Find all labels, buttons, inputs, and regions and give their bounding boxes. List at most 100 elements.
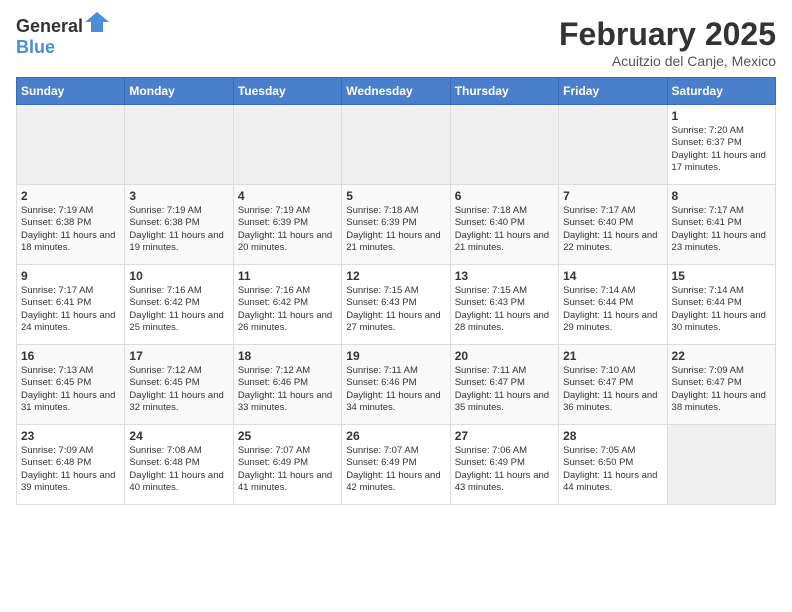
day-info: Sunrise: 7:10 AM Sunset: 6:47 PM Dayligh… [563,365,662,414]
day-info: Sunrise: 7:11 AM Sunset: 6:46 PM Dayligh… [346,365,445,414]
day-info: Sunrise: 7:19 AM Sunset: 6:39 PM Dayligh… [238,205,337,254]
day-number: 27 [455,429,554,443]
day-number: 25 [238,429,337,443]
day-cell [233,105,341,185]
day-number: 21 [563,349,662,363]
location-title: Acuitzio del Canje, Mexico [559,53,776,69]
day-info: Sunrise: 7:15 AM Sunset: 6:43 PM Dayligh… [346,285,445,334]
week-row-2: 2 Sunrise: 7:19 AM Sunset: 6:38 PM Daylig… [17,185,776,265]
calendar-body: 1 Sunrise: 7:20 AM Sunset: 6:37 PM Daylig… [17,105,776,505]
day-info: Sunrise: 7:07 AM Sunset: 6:49 PM Dayligh… [238,445,337,494]
day-info: Sunrise: 7:05 AM Sunset: 6:50 PM Dayligh… [563,445,662,494]
week-row-5: 23 Sunrise: 7:09 AM Sunset: 6:48 PM Dayli… [17,425,776,505]
day-number: 10 [129,269,228,283]
day-cell: 22 Sunrise: 7:09 AM Sunset: 6:47 PM Dayli… [667,345,775,425]
day-info: Sunrise: 7:09 AM Sunset: 6:48 PM Dayligh… [21,445,120,494]
weekday-thursday: Thursday [450,78,558,105]
day-cell: 19 Sunrise: 7:11 AM Sunset: 6:46 PM Dayli… [342,345,450,425]
day-info: Sunrise: 7:17 AM Sunset: 6:41 PM Dayligh… [21,285,120,334]
day-number: 9 [21,269,120,283]
day-number: 14 [563,269,662,283]
month-title: February 2025 [559,16,776,53]
day-cell: 1 Sunrise: 7:20 AM Sunset: 6:37 PM Daylig… [667,105,775,185]
day-info: Sunrise: 7:14 AM Sunset: 6:44 PM Dayligh… [672,285,771,334]
day-cell: 12 Sunrise: 7:15 AM Sunset: 6:43 PM Dayli… [342,265,450,345]
day-number: 4 [238,189,337,203]
day-info: Sunrise: 7:18 AM Sunset: 6:39 PM Dayligh… [346,205,445,254]
logo-icon [85,12,109,32]
day-cell: 2 Sunrise: 7:19 AM Sunset: 6:38 PM Daylig… [17,185,125,265]
day-number: 7 [563,189,662,203]
week-row-1: 1 Sunrise: 7:20 AM Sunset: 6:37 PM Daylig… [17,105,776,185]
day-info: Sunrise: 7:07 AM Sunset: 6:49 PM Dayligh… [346,445,445,494]
day-cell: 7 Sunrise: 7:17 AM Sunset: 6:40 PM Daylig… [559,185,667,265]
day-info: Sunrise: 7:11 AM Sunset: 6:47 PM Dayligh… [455,365,554,414]
day-number: 28 [563,429,662,443]
day-cell [450,105,558,185]
day-cell: 27 Sunrise: 7:06 AM Sunset: 6:49 PM Dayli… [450,425,558,505]
day-number: 13 [455,269,554,283]
calendar: SundayMondayTuesdayWednesdayThursdayFrid… [16,77,776,505]
day-cell: 21 Sunrise: 7:10 AM Sunset: 6:47 PM Dayli… [559,345,667,425]
day-number: 20 [455,349,554,363]
day-cell: 10 Sunrise: 7:16 AM Sunset: 6:42 PM Dayli… [125,265,233,345]
day-info: Sunrise: 7:06 AM Sunset: 6:49 PM Dayligh… [455,445,554,494]
day-info: Sunrise: 7:12 AM Sunset: 6:46 PM Dayligh… [238,365,337,414]
weekday-monday: Monday [125,78,233,105]
day-info: Sunrise: 7:17 AM Sunset: 6:41 PM Dayligh… [672,205,771,254]
day-info: Sunrise: 7:19 AM Sunset: 6:38 PM Dayligh… [21,205,120,254]
day-cell: 26 Sunrise: 7:07 AM Sunset: 6:49 PM Dayli… [342,425,450,505]
day-cell: 5Sunrise: 7:18 AM Sunset: 6:39 PM Daylig… [342,185,450,265]
day-number: 16 [21,349,120,363]
day-cell [342,105,450,185]
weekday-tuesday: Tuesday [233,78,341,105]
title-area: February 2025 Acuitzio del Canje, Mexico [559,16,776,69]
day-info: Sunrise: 7:17 AM Sunset: 6:40 PM Dayligh… [563,205,662,254]
day-cell: 18Sunrise: 7:12 AM Sunset: 6:46 PM Dayli… [233,345,341,425]
day-number: 24 [129,429,228,443]
day-cell: 25 Sunrise: 7:07 AM Sunset: 6:49 PM Dayli… [233,425,341,505]
week-row-3: 9 Sunrise: 7:17 AM Sunset: 6:41 PM Daylig… [17,265,776,345]
logo-blue: Blue [16,37,55,57]
day-info: Sunrise: 7:18 AM Sunset: 6:40 PM Dayligh… [455,205,554,254]
day-number: 15 [672,269,771,283]
day-cell [17,105,125,185]
day-number: 26 [346,429,445,443]
day-number: 1 [672,109,771,123]
day-number: 19 [346,349,445,363]
day-cell: 14 Sunrise: 7:14 AM Sunset: 6:44 PM Dayli… [559,265,667,345]
day-cell: 4 Sunrise: 7:19 AM Sunset: 6:39 PM Daylig… [233,185,341,265]
day-cell: 13 Sunrise: 7:15 AM Sunset: 6:43 PM Dayli… [450,265,558,345]
weekday-header-row: SundayMondayTuesdayWednesdayThursdayFrid… [17,78,776,105]
day-cell: 3 Sunrise: 7:19 AM Sunset: 6:38 PM Daylig… [125,185,233,265]
day-number: 11 [238,269,337,283]
day-number: 2 [21,189,120,203]
day-number: 23 [21,429,120,443]
week-row-4: 16Sunrise: 7:13 AM Sunset: 6:45 PM Dayli… [17,345,776,425]
day-info: Sunrise: 7:20 AM Sunset: 6:37 PM Dayligh… [672,125,771,174]
day-cell: 23 Sunrise: 7:09 AM Sunset: 6:48 PM Dayli… [17,425,125,505]
day-cell [667,425,775,505]
day-cell: 17Sunrise: 7:12 AM Sunset: 6:45 PM Dayli… [125,345,233,425]
day-cell: 16Sunrise: 7:13 AM Sunset: 6:45 PM Dayli… [17,345,125,425]
day-cell: 28 Sunrise: 7:05 AM Sunset: 6:50 PM Dayli… [559,425,667,505]
logo: General Blue [16,16,109,58]
day-cell: 8 Sunrise: 7:17 AM Sunset: 6:41 PM Daylig… [667,185,775,265]
weekday-saturday: Saturday [667,78,775,105]
day-info: Sunrise: 7:19 AM Sunset: 6:38 PM Dayligh… [129,205,228,254]
day-number: 12 [346,269,445,283]
day-info: Sunrise: 7:08 AM Sunset: 6:48 PM Dayligh… [129,445,228,494]
weekday-wednesday: Wednesday [342,78,450,105]
day-cell [559,105,667,185]
day-info: Sunrise: 7:16 AM Sunset: 6:42 PM Dayligh… [129,285,228,334]
day-cell: 11Sunrise: 7:16 AM Sunset: 6:42 PM Dayli… [233,265,341,345]
weekday-sunday: Sunday [17,78,125,105]
day-number: 8 [672,189,771,203]
day-info: Sunrise: 7:15 AM Sunset: 6:43 PM Dayligh… [455,285,554,334]
logo-general: General [16,16,83,36]
day-number: 3 [129,189,228,203]
header: General Blue February 2025 Acuitzio del … [16,16,776,69]
day-number: 22 [672,349,771,363]
day-info: Sunrise: 7:09 AM Sunset: 6:47 PM Dayligh… [672,365,771,414]
day-info: Sunrise: 7:14 AM Sunset: 6:44 PM Dayligh… [563,285,662,334]
